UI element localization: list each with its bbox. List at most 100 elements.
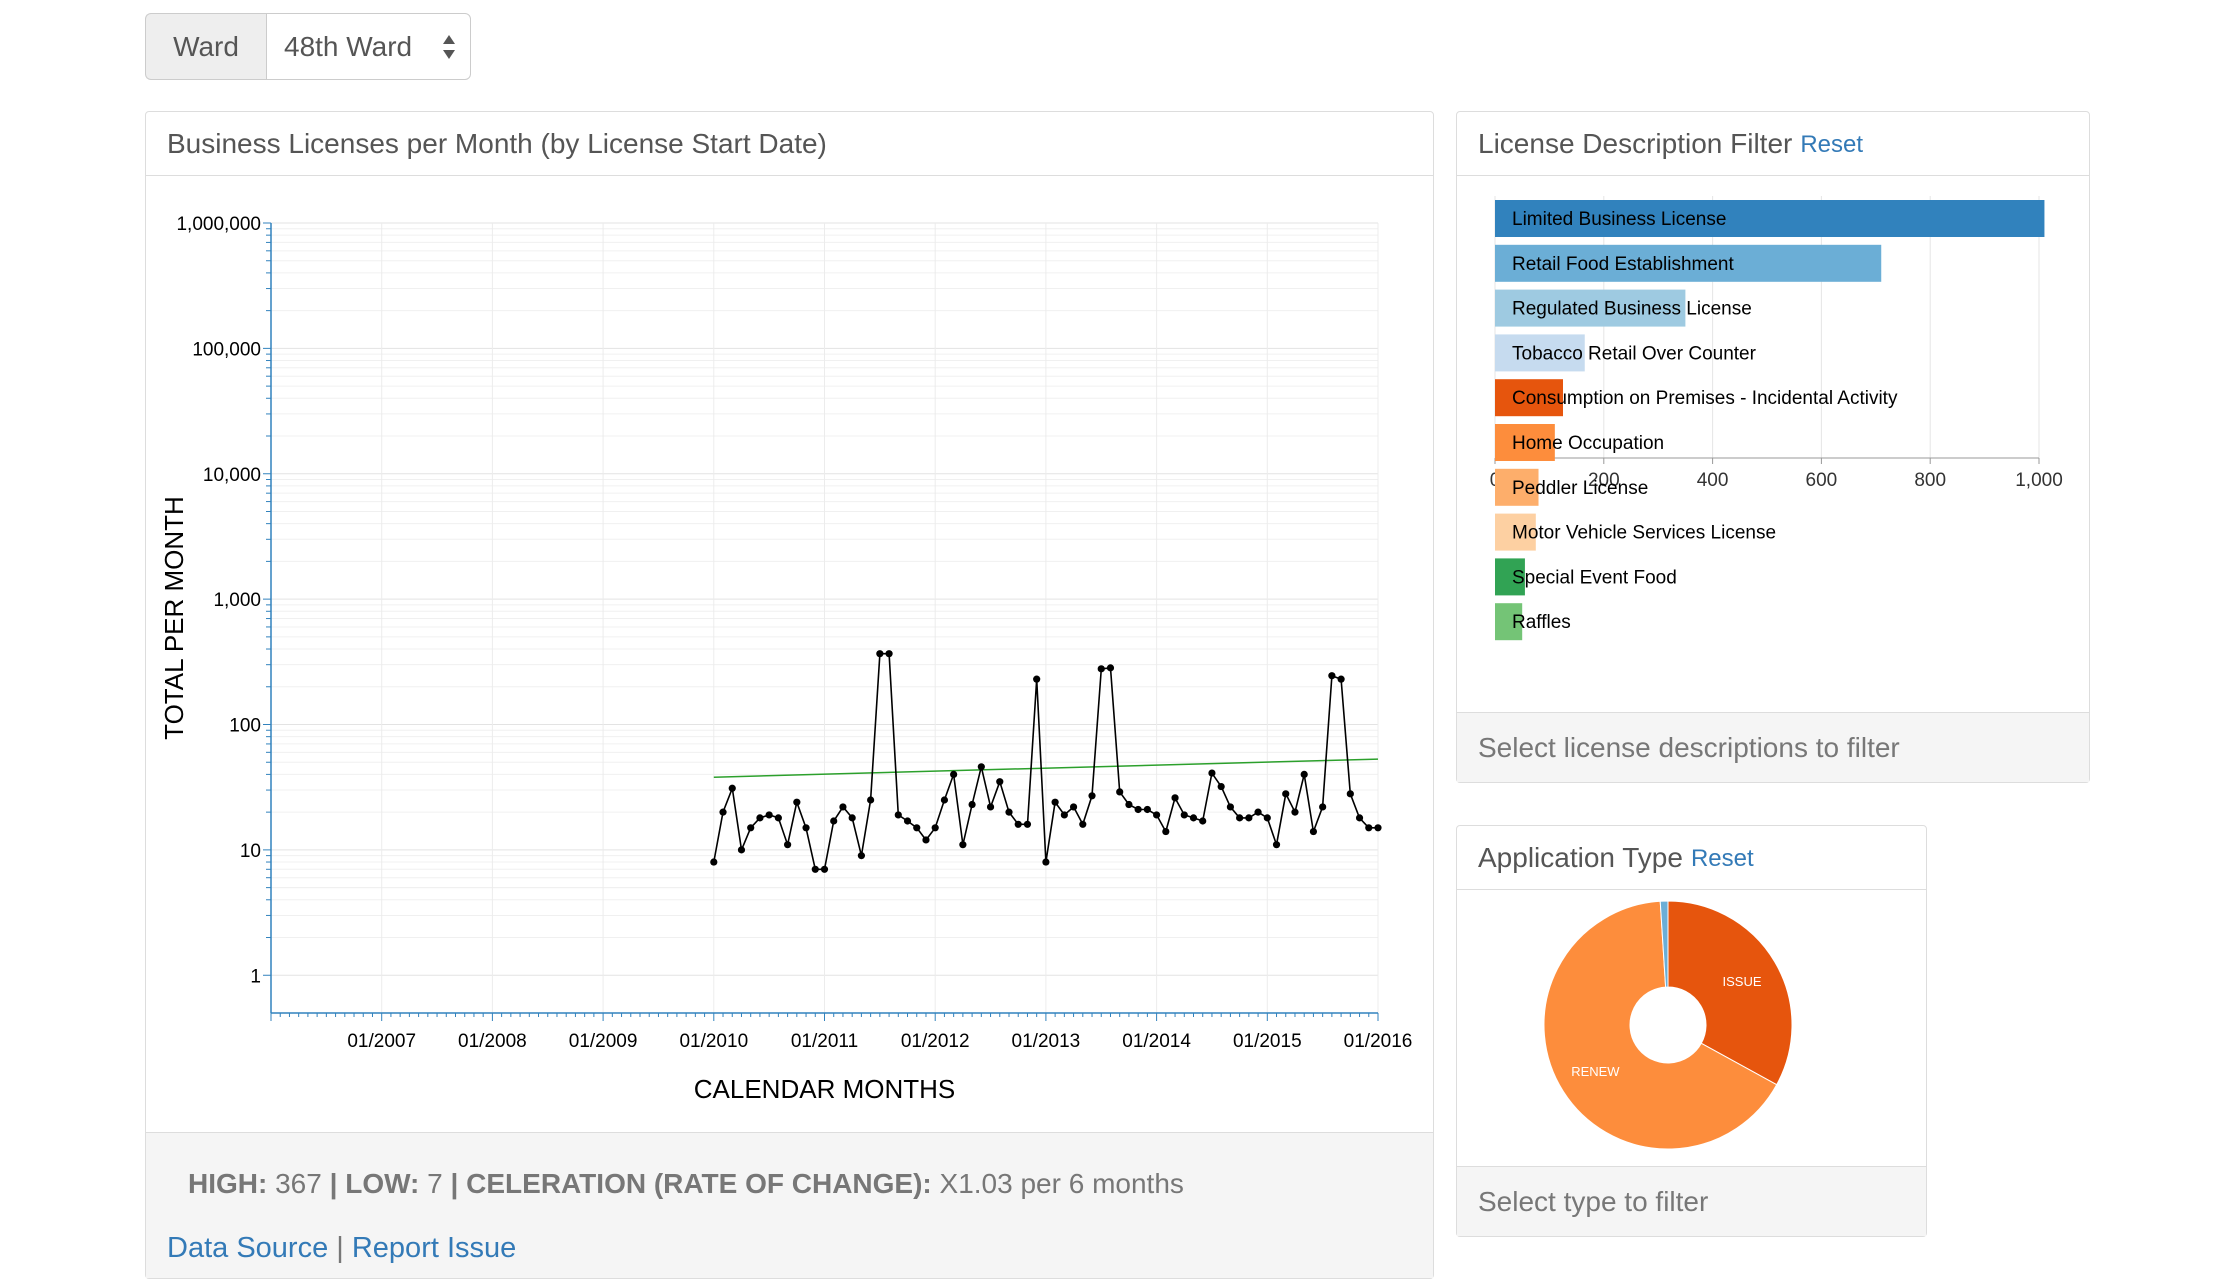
data-point <box>728 784 736 792</box>
license-bar-label: Raffles <box>1512 612 1571 633</box>
y-tick-label: 10 <box>240 841 261 862</box>
type-panel-footer: Select type to filter <box>1457 1166 1926 1236</box>
data-point <box>1042 858 1050 866</box>
data-point <box>1134 805 1142 814</box>
description-panel-title: License Description Filter <box>1478 127 1793 159</box>
ward-selector: Ward 48th Ward <box>145 13 471 80</box>
data-point <box>940 796 949 804</box>
data-point <box>1060 811 1068 819</box>
line-chart-footer: HIGH: 367 | LOW: 7 | CELERATION (RATE OF… <box>146 1132 1433 1278</box>
line-chart-header: Business Licenses per Month (by License … <box>146 112 1433 176</box>
data-point <box>1180 811 1188 819</box>
x-tick-label: 01/2010 <box>679 1031 748 1052</box>
data-point <box>857 852 866 860</box>
data-point <box>968 800 976 809</box>
donut-slice-label: ISSUE <box>1723 974 1762 989</box>
x-tick-label: 01/2014 <box>1122 1031 1191 1052</box>
license-bar-row[interactable]: Regulated Business License <box>1495 289 1752 327</box>
license-bar-row[interactable]: Limited Business License <box>1495 200 2045 237</box>
license-bar-label: Retail Food Establishment <box>1512 254 1734 275</box>
data-point <box>1199 817 1207 825</box>
ward-label: Ward <box>145 13 266 80</box>
license-bar-label: Regulated Business License <box>1512 299 1752 320</box>
x-tick-label: 01/2015 <box>1233 1031 1302 1052</box>
description-filter-hint: Select license descriptions to filter <box>1478 731 1900 763</box>
licenses-per-month-chart[interactable]: 1 10 100 1,000 10,000 100,000 1,000,000 01/2007… <box>146 176 1433 1126</box>
data-point <box>1125 800 1133 809</box>
data-point <box>765 811 773 819</box>
chart-grid <box>270 222 1379 1013</box>
data-point <box>1106 664 1115 672</box>
donut-slice[interactable] <box>1667 900 1793 1086</box>
x-tick-label: 01/2013 <box>1012 1031 1081 1052</box>
license-bar-row[interactable]: Special Event Food <box>1495 558 1677 596</box>
data-point <box>1217 782 1225 791</box>
data-point <box>903 817 912 825</box>
license-bar-row[interactable]: Raffles <box>1495 603 1571 641</box>
license-bar-row[interactable]: Retail Food Establishment <box>1495 244 1882 282</box>
x-tick-label: 01/2008 <box>458 1031 527 1052</box>
data-point <box>1263 814 1271 822</box>
data-source-link[interactable]: Data Source <box>167 1232 328 1264</box>
y-tick-label: 100 <box>229 716 261 737</box>
data-point <box>1337 675 1345 683</box>
data-point <box>1355 814 1364 822</box>
type-reset-link[interactable]: Reset <box>1691 845 1754 873</box>
data-point <box>1254 808 1262 816</box>
license-bar-row[interactable]: Tobacco Retail Over Counter <box>1495 334 1757 372</box>
data-point <box>996 778 1004 786</box>
data-point <box>867 796 875 804</box>
data-point <box>1051 798 1059 806</box>
high-label: HIGH: <box>188 1168 268 1199</box>
x-tick-label: 01/2007 <box>347 1031 416 1052</box>
data-point <box>1189 814 1198 822</box>
data-point <box>802 824 810 832</box>
license-bar-label: Home Occupation <box>1512 433 1664 454</box>
high-value: 367 <box>275 1168 322 1199</box>
x-tick-label: 800 <box>1914 470 1946 491</box>
license-bar-row[interactable]: Home Occupation <box>1495 424 1664 461</box>
description-panel-footer: Select license descriptions to filter <box>1457 712 2089 782</box>
data-point <box>756 814 764 822</box>
footer-links: Data Source | Report Issue <box>167 1232 516 1265</box>
data-point <box>1272 841 1281 849</box>
data-point <box>747 824 755 832</box>
y-tick-label: 1,000 <box>213 590 261 611</box>
license-bar-row[interactable]: Peddler License <box>1495 468 1648 506</box>
stats-separator: | <box>450 1168 467 1199</box>
data-point <box>1282 790 1290 798</box>
data-point <box>1346 790 1354 798</box>
data-point <box>1291 808 1299 816</box>
license-description-bar-chart[interactable]: 02004006008001,000Limited Business Licen… <box>1457 176 2089 713</box>
data-point <box>1014 820 1022 828</box>
data-point <box>876 650 884 658</box>
report-issue-link[interactable]: Report Issue <box>352 1232 516 1264</box>
data-point <box>774 814 782 822</box>
data-point <box>737 846 746 854</box>
license-bar-label: Consumption on Premises - Incidental Act… <box>1512 388 1898 409</box>
data-point <box>1328 672 1336 680</box>
data-point <box>1033 675 1041 683</box>
x-tick-label: 01/2016 <box>1344 1031 1413 1052</box>
data-point <box>977 763 985 771</box>
type-filter-hint: Select type to filter <box>1478 1185 1709 1217</box>
data-point <box>784 841 792 849</box>
data-point <box>1226 803 1234 811</box>
application-type-panel: Application Type Reset ISSUE RENEW Select… <box>1456 825 1927 1237</box>
data-point <box>1153 811 1161 819</box>
license-bar-row[interactable]: Motor Vehicle Services License <box>1495 513 1776 551</box>
x-tick-label: 01/2012 <box>901 1031 970 1052</box>
data-point <box>1236 814 1244 822</box>
x-tick-label: 600 <box>1806 470 1838 491</box>
application-type-donut-chart[interactable]: ISSUE RENEW <box>1457 890 1926 1166</box>
chart-axes: 1 10 100 1,000 10,000 100,000 1,000,000 01/2007… <box>176 214 1412 1052</box>
description-reset-link[interactable]: Reset <box>1800 131 1863 159</box>
data-point <box>1143 805 1151 814</box>
description-panel-header: License Description Filter Reset <box>1457 112 2089 176</box>
data-point <box>830 817 838 825</box>
data-point <box>959 841 967 849</box>
license-bar-row[interactable]: Consumption on Premises - Incidental Act… <box>1495 379 1898 417</box>
data-point <box>1023 820 1032 828</box>
ward-dropdown[interactable]: 48th Ward <box>266 13 471 80</box>
data-point <box>1088 792 1096 800</box>
